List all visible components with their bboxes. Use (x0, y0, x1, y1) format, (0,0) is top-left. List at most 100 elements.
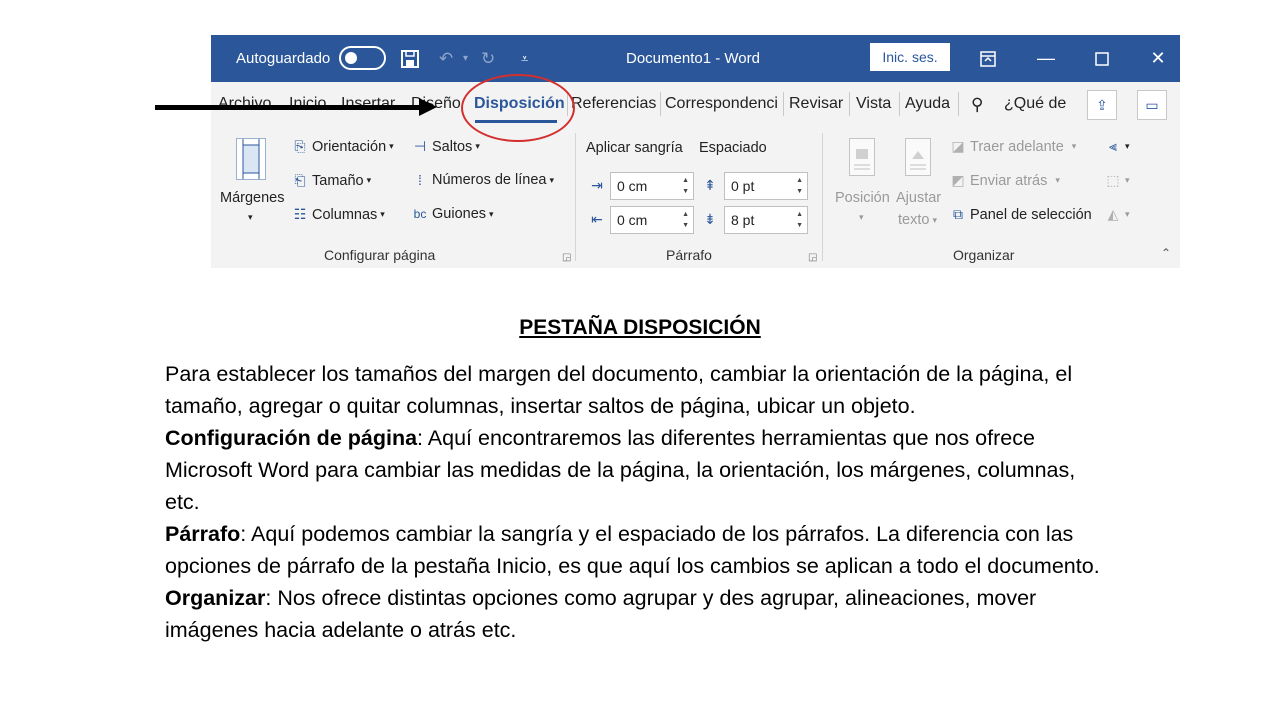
tab-separator (849, 92, 850, 116)
margins-dropdown-icon[interactable]: ▾ (248, 212, 253, 223)
arrange-description: : Nos ofrece distintas opciones como agr… (165, 586, 1037, 642)
tab-separator (899, 92, 900, 116)
page-setup-paragraph: Configuración de página: Aquí encontrare… (165, 422, 1100, 518)
arrange-term: Organizar (165, 586, 266, 610)
close-icon[interactable]: ✕ (1138, 35, 1178, 82)
hyphenation-button[interactable]: bc Guiones ▾ (411, 206, 494, 222)
toggle-knob (345, 52, 357, 64)
save-icon[interactable] (401, 35, 419, 82)
tab-separator (958, 92, 959, 116)
chevron-down-icon: ▾ (1125, 209, 1130, 219)
chevron-down-icon: ▾ (366, 175, 372, 185)
group-objects-icon: ⬚ (1106, 172, 1120, 188)
position-button[interactable]: Posición (835, 190, 890, 206)
align-icon: ⫷ (1109, 138, 1117, 154)
size-button[interactable]: ⎗ Tamaño ▾ (291, 172, 371, 189)
ribbon-display-icon[interactable] (968, 35, 1008, 82)
spinner-arrows-icon[interactable]: ▲ ▼ (796, 209, 803, 231)
chevron-down-icon: ▾ (1055, 175, 1060, 185)
tab-archivo[interactable]: Archivo (218, 95, 271, 113)
tab-inicio[interactable]: Inicio (289, 95, 326, 113)
paragraph-paragraph: Párrafo: Aquí podemos cambiar la sangría… (165, 518, 1100, 582)
tab-referencias[interactable]: Referencias (571, 95, 656, 113)
bring-forward-label: Traer adelante (970, 138, 1064, 155)
indent-right-input[interactable]: 0 cm ▲ ▼ (610, 206, 694, 234)
collapse-ribbon-icon[interactable]: ⌃ (1161, 246, 1171, 260)
wrap-text-label-2: texto ▾ (898, 212, 937, 228)
selection-pane-icon: ⧉ (953, 206, 963, 222)
tab-revisar[interactable]: Revisar (789, 95, 843, 113)
signin-button[interactable]: Inic. ses. (870, 43, 950, 71)
selection-pane-label: Panel de selección (970, 206, 1092, 223)
tell-me-search[interactable]: ¿Qué de (1004, 95, 1066, 113)
arrange-paragraph: Organizar: Nos ofrece distintas opciones… (165, 582, 1100, 646)
indent-left-value: 0 cm (617, 178, 648, 194)
autosave-toggle[interactable] (339, 46, 386, 70)
group-button[interactable]: ⬚ ▾ (1104, 172, 1130, 189)
indent-left-icon: ⇥ (591, 177, 603, 193)
rotate-button[interactable]: ◭ ▾ (1104, 206, 1130, 223)
undo-dropdown-icon[interactable]: ▾ (463, 35, 468, 82)
group-separator (575, 133, 576, 261)
tab-separator (660, 92, 661, 116)
page-heading: PESTAÑA DISPOSICIÓN (519, 316, 761, 339)
align-button[interactable]: ⫷ ▾ (1104, 138, 1129, 155)
columns-label: Columnas (312, 206, 378, 223)
redo-icon[interactable]: ↻ (481, 35, 495, 82)
minimize-icon[interactable]: — (1026, 35, 1066, 82)
chevron-down-icon: ▾ (389, 141, 394, 151)
send-backward-button[interactable]: ◩ Enviar atrás ▾ (949, 172, 1060, 189)
dialog-launcher-icon[interactable]: ◲ (562, 252, 571, 263)
explanation-text: Para establecer los tamaños del margen d… (165, 358, 1100, 646)
orientation-button[interactable]: ⎘ Orientación ▾ (291, 138, 394, 155)
tab-vista[interactable]: Vista (856, 95, 891, 113)
wrap-text-button[interactable]: Ajustar (896, 190, 941, 206)
chevron-down-icon: ▾ (549, 174, 554, 185)
group-label-paragraph: Párrafo (666, 247, 712, 263)
spinner-arrows-icon[interactable]: ▲ ▼ (682, 175, 689, 197)
chevron-down-icon: ▾ (1125, 175, 1130, 185)
undo-icon[interactable]: ↶ (439, 35, 453, 82)
send-backward-label: Enviar atrás (970, 172, 1048, 189)
chevron-down-icon: ▾ (475, 141, 480, 151)
spinner-arrows-icon[interactable]: ▲ ▼ (682, 209, 689, 231)
tab-separator (783, 92, 784, 116)
spinner-arrows-icon[interactable]: ▲ ▼ (796, 175, 803, 197)
paragraph-term: Párrafo (165, 522, 241, 546)
indent-right-icon: ⇤ (591, 211, 603, 227)
comments-icon[interactable]: ▭ (1137, 90, 1167, 120)
breaks-button[interactable]: ⊣ Saltos ▾ (411, 138, 480, 155)
dialog-launcher-icon[interactable]: ◲ (808, 252, 817, 263)
line-numbers-button[interactable]: ⁞ Números de línea ▾ (411, 172, 554, 188)
size-label: Tamaño (312, 172, 364, 189)
group-label-arrange: Organizar (953, 247, 1015, 263)
bring-forward-button[interactable]: ◪ Traer adelante ▾ (949, 138, 1076, 155)
columns-icon: ☷ (293, 206, 307, 222)
tab-ayuda[interactable]: Ayuda (905, 95, 950, 113)
page-setup-term: Configuración de página (165, 426, 418, 450)
margins-button[interactable]: Márgenes (220, 190, 284, 206)
selection-pane-button[interactable]: ⧉ Panel de selección (949, 206, 1092, 223)
send-backward-icon: ◩ (951, 172, 965, 188)
position-icon (849, 138, 875, 176)
columns-button[interactable]: ☷ Columnas ▾ (291, 206, 385, 223)
search-icon[interactable]: ⚲ (971, 95, 983, 115)
chevron-down-icon: ▾ (859, 212, 864, 222)
maximize-icon[interactable] (1082, 35, 1122, 82)
chevron-down-icon: ▾ (489, 208, 494, 219)
word-window-screenshot: Autoguardado ↶ ▾ ↻ ⩡ Documento1 - Word I… (211, 35, 1180, 268)
tab-correspondencia[interactable]: Correspondenci (665, 95, 779, 113)
share-icon[interactable]: ⇪ (1087, 90, 1117, 120)
ribbon-disposicion: Márgenes ▾ ⎘ Orientación ▾ ⎗ Tamaño ▾ ☷ Colum… (211, 128, 1180, 268)
size-icon: ⎗ (294, 172, 306, 188)
chevron-down-icon: ▾ (932, 214, 937, 225)
title-bar: Autoguardado ↶ ▾ ↻ ⩡ Documento1 - Word I… (211, 35, 1180, 82)
spacing-before-input[interactable]: 0 pt ▲ ▼ (724, 172, 808, 200)
tab-insertar[interactable]: Insertar (341, 95, 395, 113)
breaks-icon: ⊣ (413, 138, 427, 154)
orientation-icon: ⎘ (294, 138, 306, 154)
spacing-after-input[interactable]: 8 pt ▲ ▼ (724, 206, 808, 234)
indent-left-input[interactable]: 0 cm ▲ ▼ (610, 172, 694, 200)
spacing-before-icon: ⇞ (704, 177, 716, 193)
group-label-page-setup: Configurar página (324, 247, 436, 263)
